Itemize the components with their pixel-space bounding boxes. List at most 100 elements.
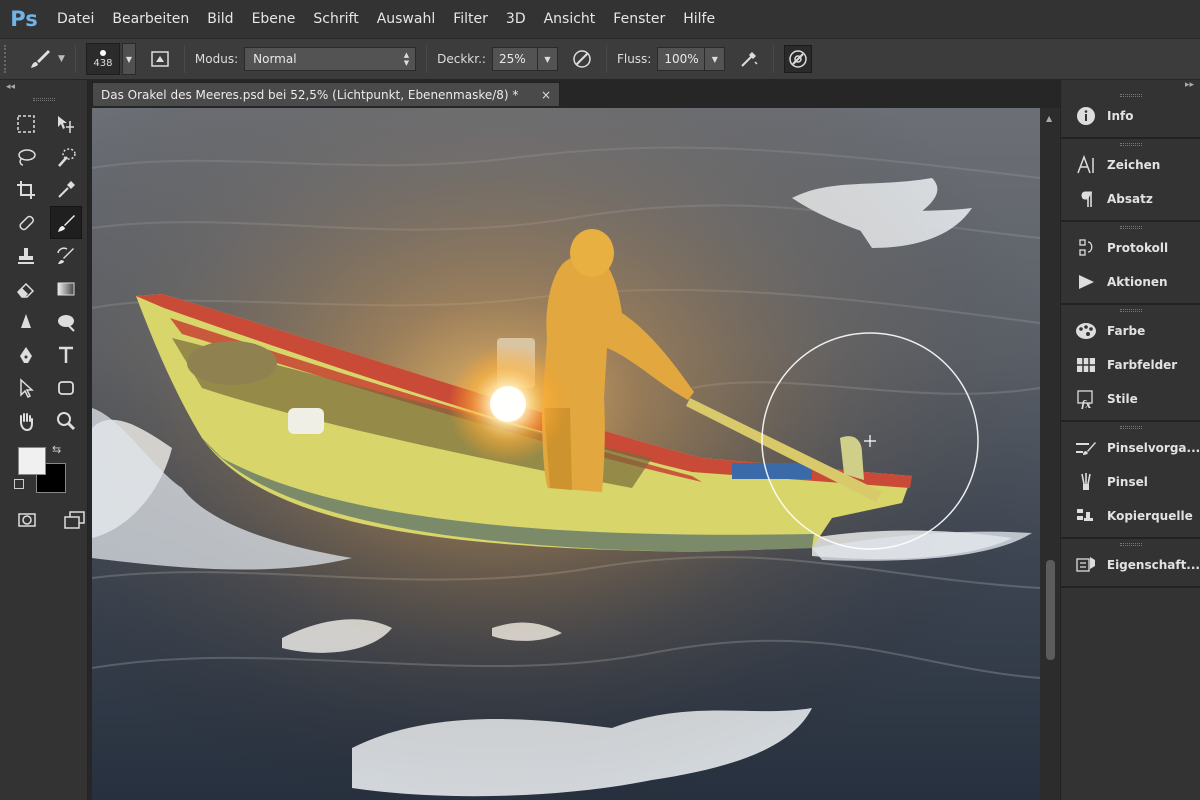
panel-absatz[interactable]: Absatz xyxy=(1061,182,1200,216)
pressure-opacity-button[interactable] xyxy=(568,45,596,73)
panel-label: Farbfelder xyxy=(1107,358,1178,372)
brush-presets-icon xyxy=(1076,442,1096,455)
brush-tool[interactable] xyxy=(50,206,82,239)
move-tool[interactable] xyxy=(50,107,82,140)
airbrush-icon xyxy=(741,52,758,67)
panel-kopierquelle[interactable]: Kopierquelle xyxy=(1061,499,1200,533)
panel-label: Stile xyxy=(1107,392,1138,406)
panel-stile[interactable]: fx Stile xyxy=(1061,382,1200,416)
tools-collapse-button[interactable]: ◂◂ xyxy=(0,80,87,96)
foreground-color-swatch[interactable] xyxy=(18,447,46,475)
quick-mask-button[interactable] xyxy=(14,503,41,536)
pressure-size-button[interactable] xyxy=(784,45,813,73)
brush-tool-preset[interactable] xyxy=(26,45,54,73)
stamp-icon xyxy=(18,247,34,264)
panel-info[interactable]: Info xyxy=(1061,99,1200,133)
menu-ansicht[interactable]: Ansicht xyxy=(535,0,605,38)
menu-fenster[interactable]: Fenster xyxy=(604,0,674,38)
panel-protokoll[interactable]: Protokoll xyxy=(1061,231,1200,265)
dock-collapse-button[interactable]: ▸▸ xyxy=(1061,80,1200,90)
eyedropper-icon xyxy=(58,180,75,198)
flow-slider-dropdown[interactable]: ▼ xyxy=(705,47,726,71)
panel-grip[interactable] xyxy=(1119,543,1142,546)
bandage-icon xyxy=(19,215,34,230)
path-selection-tool[interactable] xyxy=(10,371,42,404)
swatches-icon xyxy=(1077,358,1095,372)
panel-group-history: Protokoll Aktionen xyxy=(1061,222,1200,305)
pressure-size-icon xyxy=(789,50,808,68)
history-brush-tool[interactable] xyxy=(50,239,82,272)
panel-label: Zeichen xyxy=(1107,158,1161,172)
menu-bearbeiten[interactable]: Bearbeiten xyxy=(103,0,198,38)
options-grip[interactable] xyxy=(4,45,10,73)
scrollbar-thumb[interactable] xyxy=(1046,560,1055,660)
airbrush-button[interactable] xyxy=(735,45,763,73)
gradient-icon xyxy=(57,282,75,295)
panel-pinsel[interactable]: Pinsel xyxy=(1061,465,1200,499)
blur-tool[interactable] xyxy=(10,305,42,338)
panel-group-color: Farbe Farbfelder fx Stile xyxy=(1061,305,1200,422)
healing-brush-tool[interactable] xyxy=(10,206,42,239)
brush-panel-toggle[interactable] xyxy=(146,45,174,73)
marquee-tool[interactable] xyxy=(10,107,42,140)
panel-grip[interactable] xyxy=(1119,426,1142,429)
pen-tool[interactable] xyxy=(10,338,42,371)
swap-colors-icon[interactable]: ⇆ xyxy=(52,443,61,456)
panel-aktionen[interactable]: Aktionen xyxy=(1061,265,1200,299)
menu-schrift[interactable]: Schrift xyxy=(304,0,367,38)
dodge-tool[interactable] xyxy=(50,305,82,338)
panel-grip[interactable] xyxy=(1119,309,1142,312)
tools-grip[interactable] xyxy=(32,98,55,101)
tool-preset-caret[interactable]: ▼ xyxy=(58,54,65,64)
document-canvas[interactable] xyxy=(92,108,1040,800)
photo-canvas xyxy=(92,108,1040,800)
screen-mode-button[interactable] xyxy=(61,503,88,536)
default-colors-icon[interactable] xyxy=(14,479,24,489)
close-tab-icon[interactable]: × xyxy=(541,88,551,102)
menu-bild[interactable]: Bild xyxy=(198,0,242,38)
color-icon xyxy=(1076,323,1096,339)
flow-field[interactable]: 100% xyxy=(657,47,706,71)
gradient-tool[interactable] xyxy=(50,272,82,305)
menu-ebene[interactable]: Ebene xyxy=(243,0,305,38)
menu-datei[interactable]: Datei xyxy=(48,0,103,38)
info-icon xyxy=(1077,107,1095,125)
hand-tool[interactable] xyxy=(10,404,42,437)
mode-select[interactable]: Normal ▲ ▼ xyxy=(244,47,417,71)
crop-tool[interactable] xyxy=(10,173,42,206)
menu-auswahl[interactable]: Auswahl xyxy=(368,0,445,38)
eyedropper-tool[interactable] xyxy=(50,173,82,206)
panel-grip[interactable] xyxy=(1119,143,1142,146)
document-tab[interactable]: Das Orakel des Meeres.psd bei 52,5% (Lic… xyxy=(92,82,560,106)
shape-tool[interactable] xyxy=(50,371,82,404)
menu-hilfe[interactable]: Hilfe xyxy=(674,0,724,38)
lasso-tool[interactable] xyxy=(10,140,42,173)
eraser-tool[interactable] xyxy=(10,272,42,305)
history-icon xyxy=(1079,239,1093,256)
panel-pinselvorgaben[interactable]: Pinselvorga... xyxy=(1061,431,1200,465)
menu-bar: Ps Datei Bearbeiten Bild Ebene Schrift A… xyxy=(0,0,1200,38)
quick-selection-icon xyxy=(58,147,76,167)
menu-3d[interactable]: 3D xyxy=(497,0,535,38)
panel-zeichen[interactable]: Zeichen xyxy=(1061,148,1200,182)
scroll-up-icon[interactable]: ▲ xyxy=(1046,114,1052,123)
panel-grip[interactable] xyxy=(1119,94,1142,97)
brush-picker-dropdown[interactable]: ▼ xyxy=(121,43,136,75)
type-icon xyxy=(59,346,73,363)
clone-stamp-tool[interactable] xyxy=(10,239,42,272)
zoom-tool[interactable] xyxy=(50,404,82,437)
menu-filter[interactable]: Filter xyxy=(444,0,497,38)
photoshop-logo[interactable]: Ps xyxy=(0,0,48,38)
quick-selection-tool[interactable] xyxy=(50,140,82,173)
opacity-slider-dropdown[interactable]: ▼ xyxy=(537,47,558,71)
panel-farbe[interactable]: Farbe xyxy=(1061,314,1200,348)
type-tool[interactable] xyxy=(50,338,82,371)
vertical-scrollbar[interactable]: ▲ xyxy=(1040,108,1060,800)
panel-eigenschaften[interactable]: Eigenschaft... xyxy=(1061,548,1200,582)
brush-size-picker[interactable]: 438 xyxy=(85,43,120,75)
panel-farbfelder[interactable]: Farbfelder xyxy=(1061,348,1200,382)
panel-grip[interactable] xyxy=(1119,226,1142,229)
clone-source-icon xyxy=(1077,509,1093,521)
screen-mode-icon xyxy=(64,510,85,529)
opacity-field[interactable]: 25% xyxy=(491,47,538,71)
